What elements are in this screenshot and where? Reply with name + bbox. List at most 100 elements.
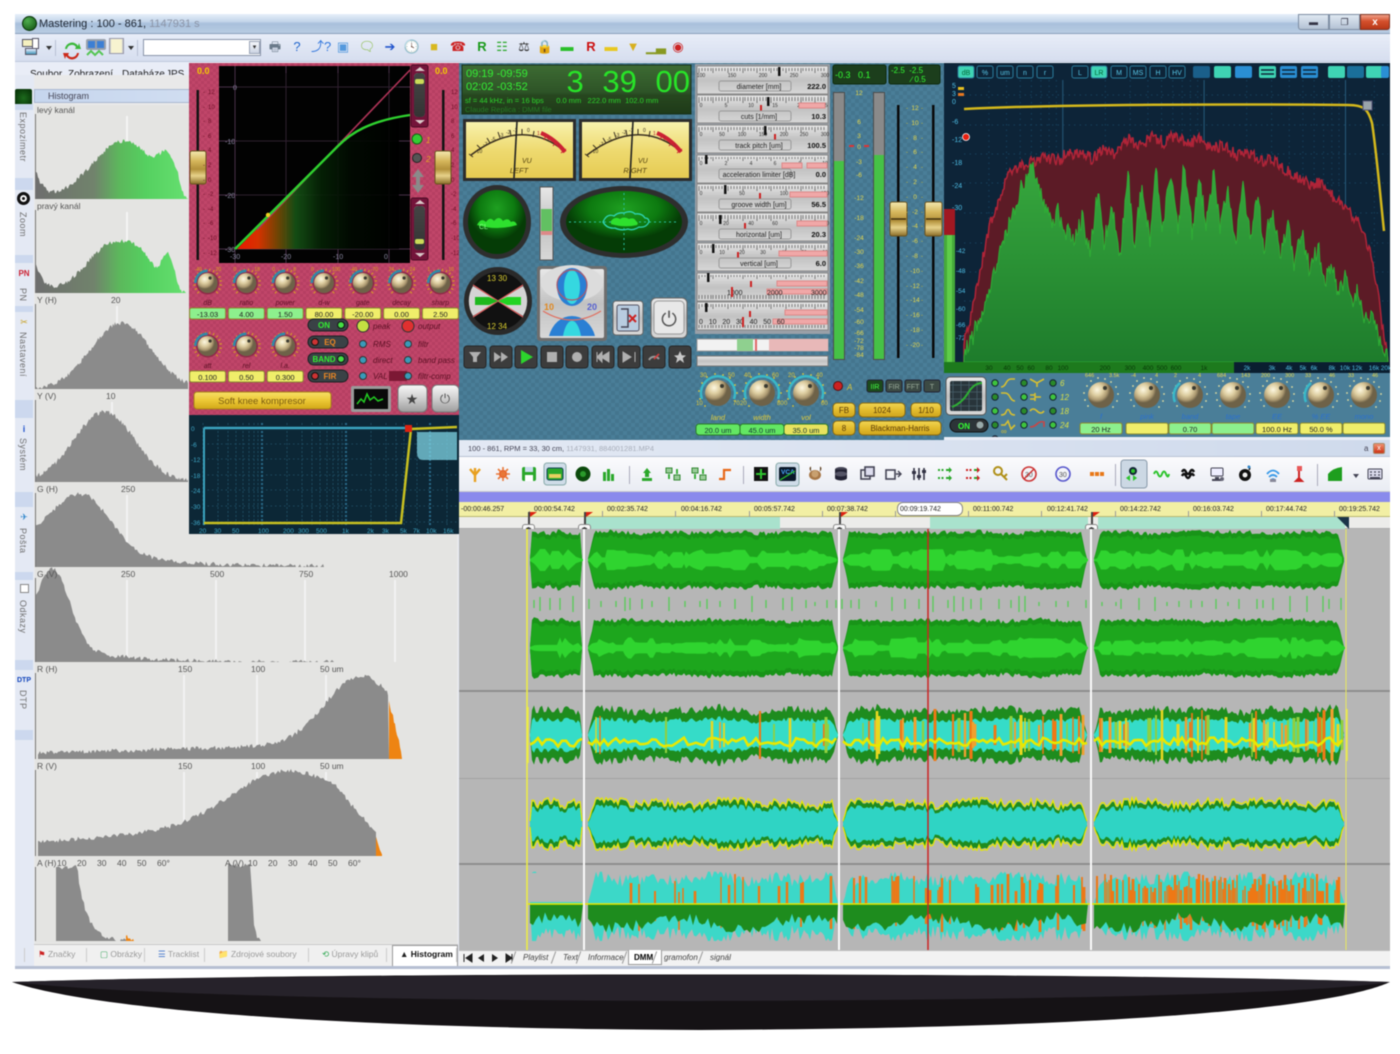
- svg-text:60: 60: [1027, 365, 1035, 372]
- svg-text:3 39 00: 3 39 00: [567, 64, 690, 99]
- svg-text:VU: VU: [522, 158, 533, 165]
- svg-text:0.70: 0.70: [1183, 425, 1198, 434]
- svg-text:0 10 20 30 40 50 6: 0 10 20 30 40 50 60: [699, 319, 785, 326]
- svg-text:LEFT: LEFT: [510, 166, 530, 175]
- svg-text:10: 10: [748, 103, 754, 109]
- svg-text:0: 0: [311, 267, 314, 273]
- svg-text:4.00: 4.00: [239, 310, 254, 319]
- svg-text:band: band: [1182, 412, 1200, 421]
- svg-text:50: 50: [719, 132, 725, 138]
- svg-text:12: 12: [855, 90, 863, 97]
- svg-text:2k: 2k: [367, 528, 375, 534]
- svg-text:-10: -10: [333, 254, 343, 261]
- svg-text:1k: 1k: [342, 528, 350, 534]
- svg-text:HV: HV: [1172, 70, 1182, 77]
- svg-text:20: 20: [199, 528, 207, 534]
- svg-text:45.0 um: 45.0 um: [748, 426, 775, 435]
- svg-text:vol: vol: [801, 413, 811, 422]
- svg-text:∞: ∞: [1001, 427, 1007, 436]
- svg-text:-30: -30: [225, 247, 235, 254]
- svg-text:20k: 20k: [1381, 365, 1390, 372]
- svg-text:Blackman-Harris: Blackman-Harris: [870, 424, 929, 433]
- svg-text:-6: -6: [191, 442, 197, 449]
- svg-text:0.00: 0.00: [394, 310, 409, 319]
- svg-text:-: -: [921, 121, 923, 127]
- svg-text:mono: mono: [1355, 412, 1374, 421]
- svg-text:-24: -24: [854, 235, 864, 242]
- svg-text:VAL: VAL: [373, 372, 388, 381]
- svg-text:output: output: [418, 322, 441, 331]
- svg-text:EE: EE: [1272, 412, 1283, 421]
- svg-text:dB: dB: [203, 300, 212, 307]
- svg-text:-5: -5: [491, 137, 496, 143]
- svg-text:200: 200: [1100, 365, 1111, 372]
- svg-text:L: L: [1078, 70, 1082, 77]
- svg-text:6.0: 6.0: [816, 259, 826, 268]
- svg-text:-: -: [203, 148, 205, 154]
- svg-text:-12: -12: [191, 457, 201, 464]
- svg-text:-: -: [921, 180, 923, 186]
- svg-text:40: 40: [744, 373, 751, 379]
- svg-text:⏻: ⏻: [440, 391, 450, 406]
- svg-text:Claude Replica : DMM file: Claude Replica : DMM file: [465, 105, 552, 114]
- svg-text:24: 24: [389, 267, 395, 273]
- svg-text:10: 10: [544, 302, 554, 312]
- svg-text:8: 8: [913, 135, 917, 142]
- svg-text:300: 300: [821, 73, 830, 79]
- svg-text:2: 2: [425, 155, 431, 164]
- svg-text:24: 24: [410, 267, 416, 273]
- svg-text:ON: ON: [958, 422, 970, 431]
- svg-text:-84: -84: [854, 352, 864, 359]
- svg-text:30: 30: [700, 373, 707, 379]
- svg-text:20: 20: [788, 373, 795, 379]
- svg-text:2: 2: [725, 161, 728, 167]
- svg-text:-: -: [203, 178, 205, 184]
- svg-text:-: -: [203, 105, 205, 111]
- svg-text:-: -: [906, 313, 908, 319]
- svg-text:646: 646: [1085, 373, 1094, 379]
- svg-text:20.0 um: 20.0 um: [704, 426, 731, 435]
- svg-text:0: 0: [857, 144, 861, 151]
- svg-text:0: 0: [784, 401, 788, 407]
- svg-text:-: -: [203, 90, 205, 96]
- svg-text:dB: dB: [962, 70, 971, 77]
- svg-text:-: -: [906, 343, 908, 349]
- svg-text:0: 0: [233, 267, 236, 273]
- svg-text:2: 2: [913, 179, 917, 186]
- svg-text:12 34: 12 34: [487, 322, 508, 331]
- svg-text:-4: -4: [912, 223, 918, 230]
- svg-text:-: -: [906, 224, 908, 230]
- svg-text:-48: -48: [956, 268, 966, 275]
- svg-text:-6: -6: [856, 172, 862, 179]
- svg-text:18: 18: [1060, 407, 1069, 416]
- svg-text:peak: peak: [372, 322, 391, 331]
- svg-text:60: 60: [772, 221, 778, 227]
- svg-text:-4: -4: [1131, 373, 1136, 379]
- svg-text:200: 200: [1261, 373, 1270, 379]
- svg-text:T: T: [930, 384, 935, 391]
- svg-text:pink: pink: [1139, 412, 1155, 421]
- svg-text:-: -: [921, 210, 923, 216]
- svg-text:1/10: 1/10: [918, 406, 934, 415]
- svg-text:50: 50: [232, 528, 240, 534]
- svg-text:-: -: [906, 121, 908, 127]
- svg-text:tape: tape: [1226, 412, 1241, 421]
- svg-text:-16: -16: [910, 312, 920, 319]
- svg-text:-7: -7: [483, 142, 488, 148]
- svg-text:-3: -3: [615, 133, 620, 139]
- svg-text:0: 0: [208, 178, 212, 184]
- svg-text:8: 8: [293, 267, 296, 273]
- svg-text:7k: 7k: [413, 528, 421, 534]
- svg-text:EQ: EQ: [324, 338, 336, 347]
- svg-text:-: -: [921, 254, 923, 260]
- svg-text:4: 4: [208, 148, 212, 154]
- svg-text:1: 1: [426, 136, 430, 145]
- svg-text:1k: 1k: [1201, 365, 1209, 372]
- svg-text:12: 12: [451, 90, 458, 96]
- svg-text:% EE: % EE: [1312, 412, 1332, 421]
- svg-text:-6: -6: [208, 221, 214, 227]
- svg-text:-: -: [906, 150, 908, 156]
- svg-text:10: 10: [448, 267, 454, 273]
- svg-text:3.5k: 3.5k: [1109, 373, 1120, 379]
- svg-text:-70: -70: [371, 267, 378, 273]
